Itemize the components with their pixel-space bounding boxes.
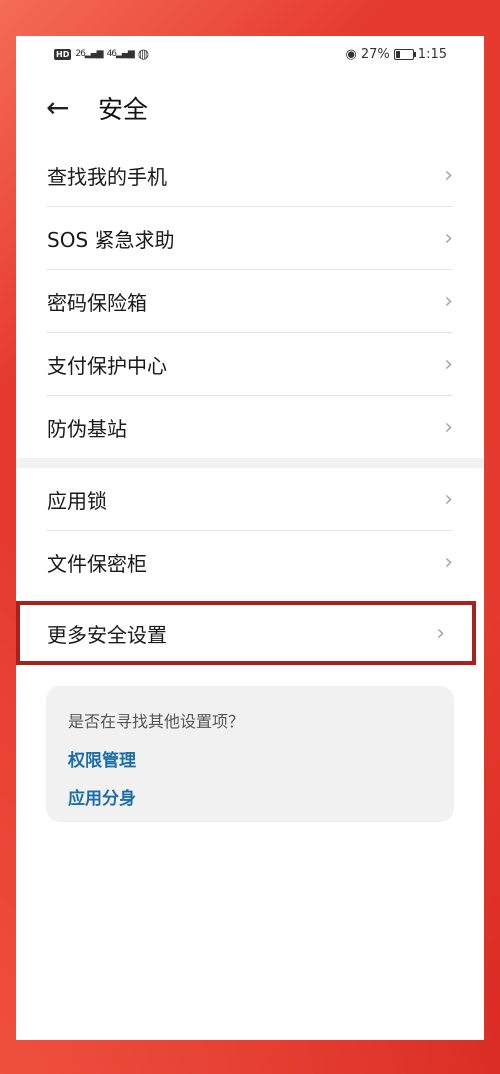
suggestion-question: 是否在寻找其他设置项？ <box>68 712 245 731</box>
page-header: ← 安全 <box>16 72 484 144</box>
list-item-find-phone[interactable]: 查找我的手机 › <box>47 144 453 207</box>
eye-icon: ◉ <box>345 46 357 62</box>
back-arrow-icon[interactable]: ← <box>46 94 98 122</box>
list-item-sos[interactable]: SOS 紧急求助 › <box>47 207 453 270</box>
wifi-icon: ◍ <box>137 46 150 62</box>
list-item-more-security-settings[interactable]: 更多安全设置 › <box>16 601 476 665</box>
chevron-right-icon: › <box>436 620 445 646</box>
list-item-anti-fake-station[interactable]: 防伪基站 › <box>47 396 453 458</box>
security-list-section-1: 查找我的手机 › SOS 紧急求助 › 密码保险箱 › 支付保护中心 › 防伪基站 › <box>16 144 484 458</box>
chevron-right-icon: › <box>444 351 453 377</box>
suggestion-card: 是否在寻找其他设置项？ 权限管理 应用分身 <box>46 686 454 822</box>
section-divider <box>16 458 484 468</box>
link-app-twin[interactable]: 应用分身 <box>68 784 432 809</box>
link-permission-management[interactable]: 权限管理 <box>68 746 432 771</box>
list-item-file-safe[interactable]: 文件保密柜 › <box>47 531 453 593</box>
signal-icon-2: 46▂▄▆ <box>106 49 135 59</box>
clock: 1:15 <box>417 46 447 62</box>
chevron-right-icon: › <box>444 162 453 188</box>
phone-screen: HD 26▂▄▆ 46▂▄▆ ◍ ◉ 27% 1:15 ← 安全 查找我的手机 ›… <box>16 36 484 1040</box>
status-bar: HD 26▂▄▆ 46▂▄▆ ◍ ◉ 27% 1:15 <box>16 36 484 72</box>
battery-icon <box>393 48 416 60</box>
chevron-right-icon: › <box>444 486 453 512</box>
security-list-section-2: 应用锁 › 文件保密柜 › <box>16 468 484 593</box>
hd-icon: HD <box>54 48 72 60</box>
page-title: 安全 <box>98 95 149 124</box>
chevron-right-icon: › <box>444 549 453 575</box>
chevron-right-icon: › <box>444 414 453 440</box>
chevron-right-icon: › <box>444 288 453 314</box>
signal-icon-1: 26▂▄▆ <box>75 49 103 59</box>
list-item-password-vault[interactable]: 密码保险箱 › <box>47 270 453 333</box>
list-item-app-lock[interactable]: 应用锁 › <box>47 468 453 531</box>
list-item-payment-protection[interactable]: 支付保护中心 › <box>47 333 453 396</box>
chevron-right-icon: › <box>444 225 453 251</box>
battery-percent: 27% <box>360 46 390 62</box>
